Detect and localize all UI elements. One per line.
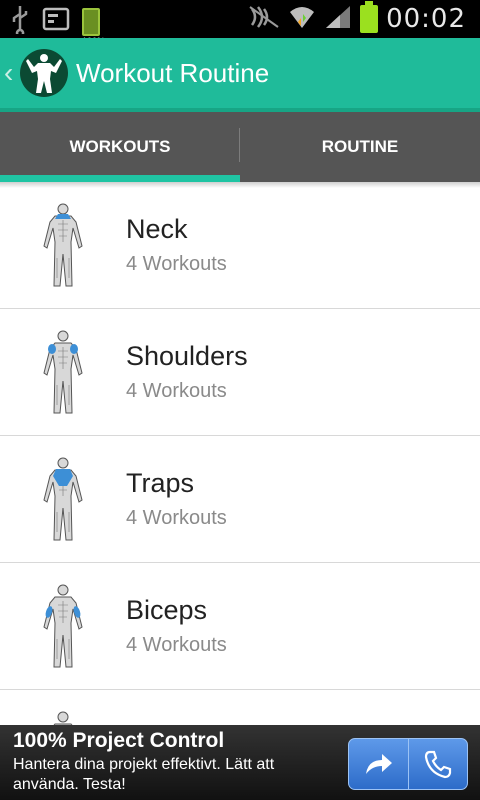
back-chevron-icon[interactable]: ‹ (4, 57, 18, 89)
workout-name: Biceps (126, 595, 208, 625)
share-arrow-icon[interactable] (349, 739, 408, 789)
battery-charging-icon: 100% (82, 7, 105, 46)
ad-text: Hantera dina projekt effektivt. Lätt att… (13, 756, 275, 793)
workout-name: Shoulders (126, 341, 248, 371)
battery-icon (360, 1, 379, 33)
workout-name: Traps (126, 468, 195, 498)
workout-count: 4 Workouts (126, 507, 227, 529)
body-figure-biceps-icon (0, 563, 126, 690)
tab-bar: WORKOUTS ROUTINE (0, 112, 480, 182)
list-item-partial[interactable] (0, 690, 480, 725)
body-figure-shoulders-icon (0, 309, 126, 436)
list-item-traps[interactable]: Traps 4 Workouts (0, 436, 480, 563)
list-item-shoulders[interactable]: Shoulders 4 Workouts (0, 309, 480, 436)
workout-count: 4 Workouts (126, 634, 227, 656)
bodybuilder-logo-icon[interactable] (20, 49, 68, 97)
workout-count: 4 Workouts (126, 253, 227, 275)
workout-list[interactable]: Neck 4 Workouts Shoulders 4 Workouts Tra… (0, 182, 480, 725)
phone-icon[interactable] (407, 739, 468, 789)
workout-name: Neck (126, 214, 188, 244)
ad-banner[interactable]: 100% Project Control Hantera dina projek… (0, 725, 480, 800)
clock: 00:02 (386, 4, 466, 34)
tab-routine-label: ROUTINE (321, 137, 399, 156)
body-figure-traps-icon (0, 436, 126, 563)
list-item-biceps[interactable]: Biceps 4 Workouts (0, 563, 480, 690)
tab-routine[interactable]: ROUTINE (240, 112, 480, 182)
body-figure-icon (0, 690, 126, 725)
list-item-neck[interactable]: Neck 4 Workouts (0, 182, 480, 309)
ad-title: 100% Project Control (13, 729, 225, 752)
app-title: Workout Routine (76, 57, 270, 88)
status-bar: 100% 00:02 (0, 0, 480, 46)
workout-count: 4 Workouts (126, 380, 227, 402)
screenshot-icon (42, 7, 70, 36)
wifi-icon (288, 4, 316, 35)
tab-workouts[interactable]: WORKOUTS (0, 112, 240, 182)
body-figure-neck-icon (0, 182, 126, 309)
ad-action-buttons (348, 738, 468, 790)
signal-icon (324, 4, 352, 35)
app-bar: ‹ Workout Routine (0, 38, 480, 112)
nfc-off-icon (248, 5, 280, 34)
tab-workouts-label: WORKOUTS (69, 137, 171, 156)
usb-icon (10, 4, 30, 39)
